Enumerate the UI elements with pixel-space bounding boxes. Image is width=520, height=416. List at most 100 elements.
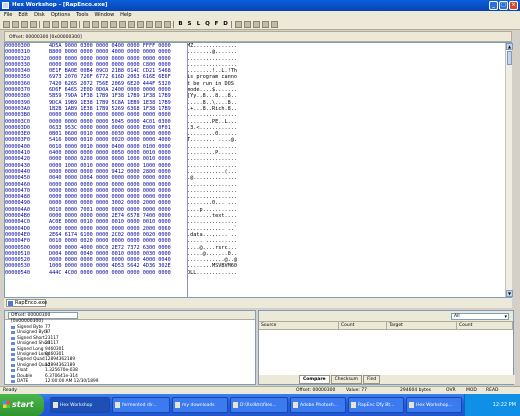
- taskbar-item[interactable]: Adobe Photosh...: [290, 397, 346, 413]
- taskbar-item[interactable]: my downloads: [172, 397, 228, 413]
- short-mode-button[interactable]: S: [186, 20, 193, 28]
- checksum-icon[interactable]: [244, 20, 251, 28]
- open-file-icon[interactable]: [12, 20, 19, 28]
- print-icon[interactable]: [30, 20, 37, 28]
- results-filter-select[interactable]: All: [451, 313, 509, 320]
- calculator-icon[interactable]: [262, 20, 269, 28]
- taskbar-item-label: D:\Rsdkts\files...: [240, 403, 277, 408]
- double-mode-button[interactable]: D: [222, 20, 229, 28]
- window-title: Hex Workshop - [RapEnco.exe]: [12, 2, 108, 8]
- plus-icon[interactable]: [137, 20, 144, 28]
- cut-icon[interactable]: [43, 20, 50, 28]
- inspector-value: 12:00:00 AM 12/30/1899: [45, 379, 99, 385]
- document-tabs: RapEnco.exe: [4, 298, 512, 308]
- scroll-thumb[interactable]: [507, 51, 512, 65]
- vertical-scrollbar[interactable]: ▲ ▼: [505, 43, 513, 297]
- folder-icon: [233, 402, 238, 408]
- results-columns: Source Count Target Count: [259, 322, 513, 330]
- column-header[interactable]: Source: [259, 322, 339, 329]
- results-tabs: Compare Checksum Find: [259, 375, 515, 384]
- invert-icon[interactable]: [164, 20, 171, 28]
- insert-icon[interactable]: [110, 20, 117, 28]
- tab-compare[interactable]: Compare: [299, 375, 330, 384]
- hex-header: Offset: 00000300 [0x00000300]: [4, 31, 512, 42]
- taskbar-item-label: RapEnc Dfy Bt...: [358, 403, 395, 408]
- toolbar-separator: [79, 20, 81, 28]
- taskbar-item[interactable]: Hex Workshop: [50, 397, 110, 413]
- column-header[interactable]: Count: [457, 322, 513, 329]
- menu-file[interactable]: File: [4, 11, 12, 19]
- new-file-icon[interactable]: [3, 20, 10, 28]
- toolbar-separator: [39, 20, 41, 28]
- tab-find[interactable]: Find: [363, 375, 381, 384]
- help-icon[interactable]: [271, 20, 278, 28]
- menu-tools[interactable]: Tools: [76, 11, 88, 19]
- photoshop-icon: [293, 402, 298, 408]
- taskbar-item-label: fermented dir...: [122, 403, 157, 408]
- taskbar-item[interactable]: fermented dir...: [112, 397, 170, 413]
- shift-icon[interactable]: [155, 20, 162, 28]
- inspector-type: DATE: [11, 379, 45, 384]
- inspector-row[interactable]: DATE 12:00:00 AM 12/30/1899: [11, 379, 99, 385]
- column-header[interactable]: Target: [387, 322, 457, 329]
- row-hex-bytes[interactable]: 444C 4C00 0000 0000 0000 0000 0000 0000: [49, 270, 187, 276]
- goto-icon[interactable]: [92, 20, 99, 28]
- document-tab-label: RapEnco.exe: [15, 300, 48, 306]
- hex-rows: 00000300 4D5A 9000 0300 0000 0400 0000 FF…: [5, 43, 247, 276]
- document-tab[interactable]: RapEnco.exe: [6, 299, 48, 307]
- compare-icon[interactable]: [235, 20, 242, 28]
- status-mode: OVR: [446, 388, 456, 393]
- start-label: start: [12, 400, 34, 409]
- status-mod: MOD: [466, 388, 477, 393]
- taskbar-item[interactable]: D:\Rsdkts\files...: [230, 397, 288, 413]
- document-icon: [8, 301, 13, 306]
- scroll-up-icon[interactable]: ▲: [506, 43, 513, 50]
- or-icon[interactable]: [128, 20, 135, 28]
- undo-icon[interactable]: [70, 20, 77, 28]
- maximize-button[interactable]: □: [499, 1, 508, 10]
- structure-icon[interactable]: [253, 20, 260, 28]
- menu-disk[interactable]: Disk: [34, 11, 45, 19]
- row-offset: 00000540: [5, 269, 30, 276]
- status-size: 294604 bytes: [400, 388, 432, 393]
- byte-mode-button[interactable]: B: [177, 20, 184, 28]
- toolbar-separator: [173, 20, 175, 28]
- taskbar-item-label: Hex Workshop: [60, 403, 93, 408]
- find-icon[interactable]: [83, 20, 90, 28]
- scroll-down-icon[interactable]: ▼: [506, 290, 513, 297]
- system-tray: 12:22 PM: [464, 394, 520, 416]
- and-icon[interactable]: [119, 20, 126, 28]
- windows-logo-icon: [3, 401, 10, 408]
- tab-checksum[interactable]: Checksum: [330, 375, 363, 384]
- quad-mode-button[interactable]: Q: [204, 20, 211, 28]
- hex-row[interactable]: 00000540 444C 4C00 0000 0000 0000 0000 00…: [5, 270, 247, 276]
- row-ascii[interactable]: DLL.............: [187, 270, 247, 276]
- minus-icon[interactable]: [146, 20, 153, 28]
- long-mode-button[interactable]: L: [195, 20, 202, 28]
- clock[interactable]: 12:22 PM: [493, 402, 516, 408]
- copy-icon[interactable]: [52, 20, 59, 28]
- bookmark-icon[interactable]: [101, 20, 108, 28]
- results-toolbar: All: [259, 311, 513, 322]
- hex-editor[interactable]: 00000300 4D5A 9000 0300 0000 0400 0000 FF…: [4, 42, 513, 298]
- menu-window[interactable]: Window: [94, 11, 114, 19]
- float-mode-button[interactable]: F: [213, 20, 220, 28]
- menu-help[interactable]: Help: [120, 11, 131, 19]
- folder-icon: [115, 402, 120, 408]
- minimize-button[interactable]: _: [489, 1, 498, 10]
- close-button[interactable]: ×: [509, 1, 518, 10]
- menu-options[interactable]: Options: [51, 11, 70, 19]
- taskbar-item[interactable]: Hex Workshop...: [406, 397, 462, 413]
- column-header[interactable]: Count: [339, 322, 387, 329]
- start-button[interactable]: start: [0, 394, 44, 416]
- status-offset: Offset: 00000300: [296, 388, 336, 393]
- paste-icon[interactable]: [61, 20, 68, 28]
- taskbar-item[interactable]: RapEnc Dfy Bt...: [348, 397, 404, 413]
- data-inspector-panel: Offset: 00000300 [0x00000300] Signed Byt…: [4, 310, 256, 385]
- status-read: READ: [486, 388, 499, 393]
- app-icon: [53, 402, 58, 408]
- save-icon[interactable]: [21, 20, 28, 28]
- taskbar-item-label: Hex Workshop...: [416, 403, 453, 408]
- inspector-offset-field[interactable]: Offset: 00000300 [0x00000300]: [8, 312, 78, 324]
- menu-edit[interactable]: Edit: [18, 11, 28, 19]
